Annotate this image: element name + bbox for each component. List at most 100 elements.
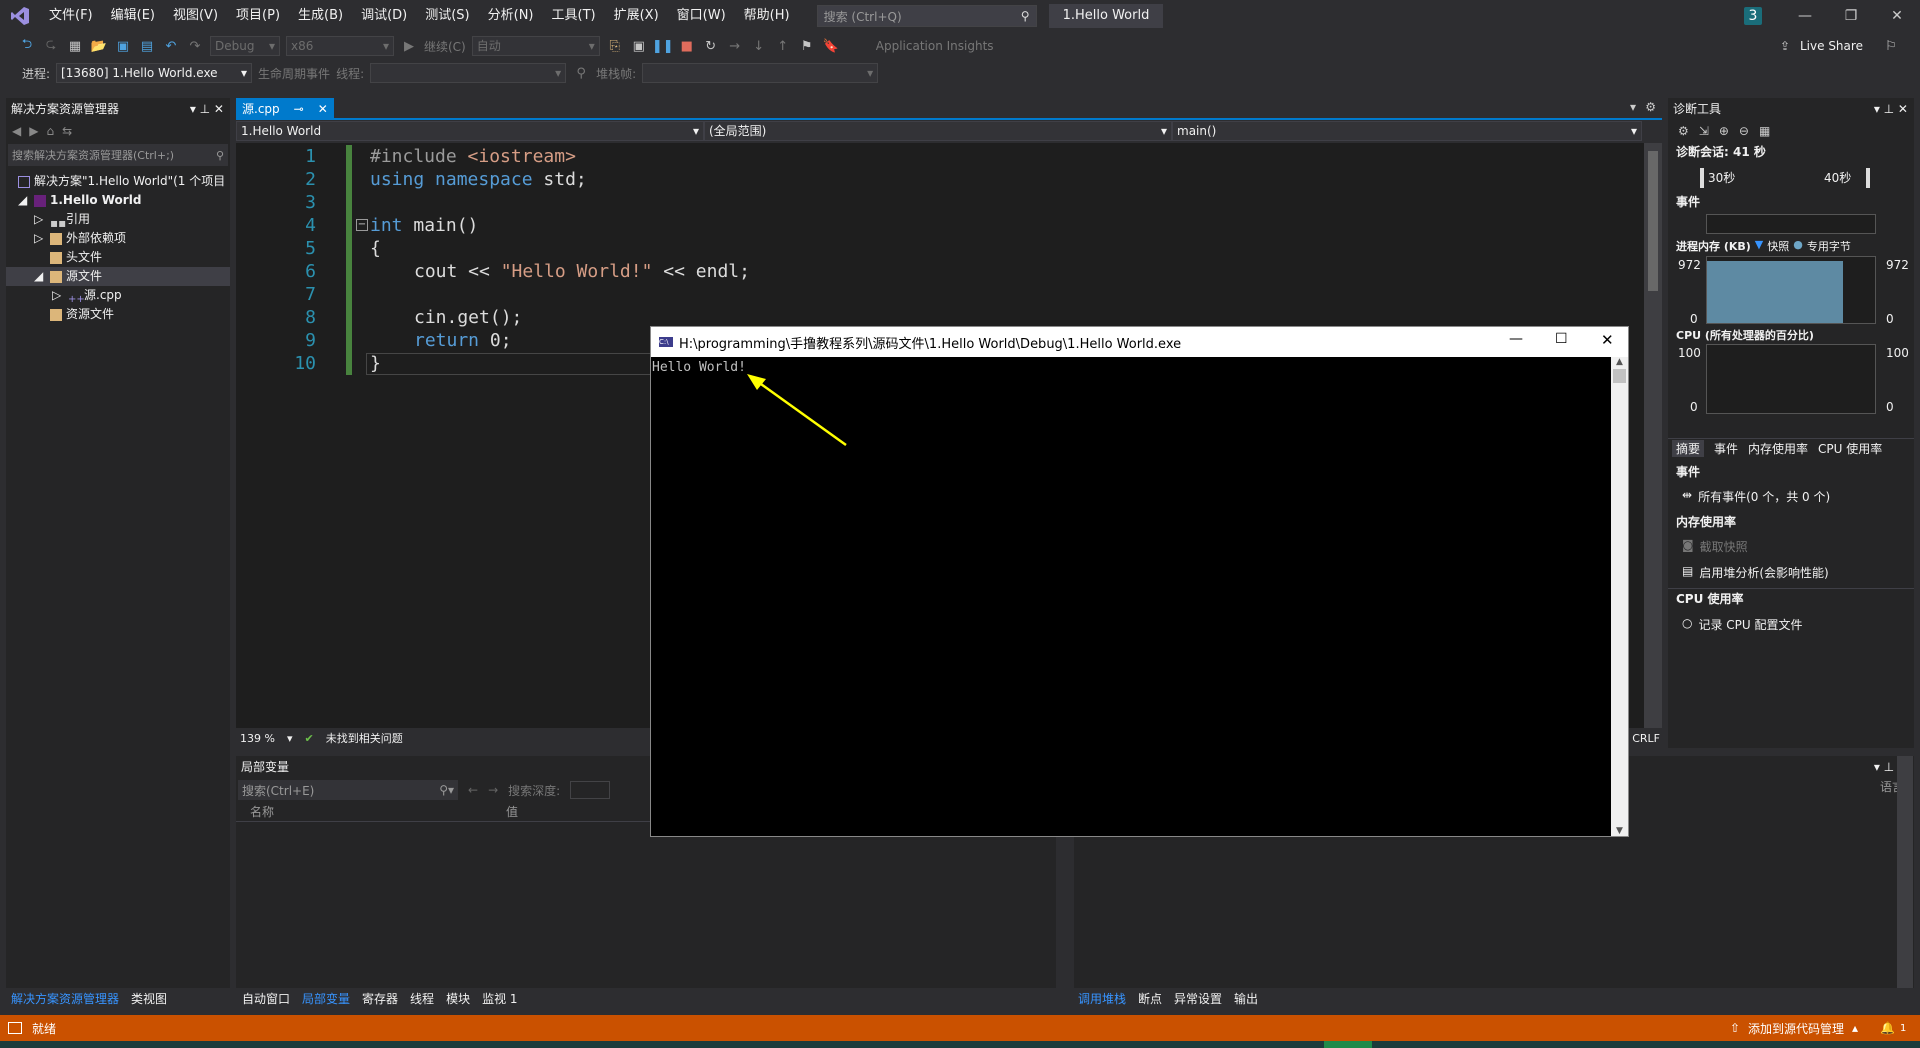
all-events-link[interactable]: ⇹ 所有事件(0 个，共 0 个) [1682, 488, 1830, 505]
close-tab-icon[interactable]: ✕ [318, 98, 328, 120]
tab-summary[interactable]: 摘要 [1672, 440, 1705, 457]
tab-threads[interactable]: 线程 [410, 990, 434, 1007]
auto-select[interactable]: 自动 ▾ [471, 36, 600, 56]
tab-locals[interactable]: 局部变量 [302, 990, 350, 1007]
config-select[interactable]: Debug ▾ [210, 36, 280, 56]
menu-item[interactable]: 工具(T) [543, 0, 605, 32]
step-over-icon[interactable]: → [726, 37, 744, 55]
record-cpu-button[interactable]: ○ 记录 CPU 配置文件 [1682, 616, 1803, 633]
zoom-out-icon[interactable]: ⊖ [1739, 124, 1749, 138]
menu-item[interactable]: 编辑(E) [102, 0, 164, 32]
menu-item[interactable]: 测试(S) [416, 0, 478, 32]
collapse-region-icon[interactable]: − [356, 219, 368, 231]
tree-item-resources[interactable]: 资源文件 [6, 305, 230, 324]
process-select[interactable]: [13680] 1.Hello World.exe ▾ [56, 63, 253, 83]
tab-source-cpp[interactable]: 源.cpp ⊸ ✕ [236, 98, 334, 120]
collapse-icon[interactable]: ▷ [34, 229, 50, 248]
tree-item-external-deps[interactable]: ▷ 外部依赖项 [6, 229, 230, 248]
forward-icon[interactable]: ▶ [29, 124, 38, 138]
column-name[interactable]: 名称 [236, 803, 506, 820]
restart-icon[interactable]: ↻ [702, 37, 720, 55]
tab-overflow-icon[interactable]: ▾ [1630, 100, 1636, 114]
minimize-button[interactable]: — [1782, 0, 1828, 32]
tab-breakpoints[interactable]: 断点 [1138, 990, 1162, 1007]
step-into-icon[interactable]: ↓ [750, 37, 768, 55]
save-all-icon[interactable]: ▤ [138, 37, 156, 55]
live-share-button[interactable]: Live Share [1800, 39, 1863, 53]
pin-icon[interactable]: ⊸ [294, 98, 304, 120]
heap-analysis-button[interactable]: ▤ 启用堆分析(会影响性能) [1682, 564, 1829, 581]
chevron-up-icon[interactable]: ▴ [1852, 1021, 1858, 1035]
thread-select[interactable]: ▾ [370, 63, 567, 83]
continue-icon[interactable]: ▶ [400, 37, 418, 55]
tab-registers[interactable]: 寄存器 [362, 990, 398, 1007]
pause-icon[interactable]: ❚❚ [652, 37, 674, 55]
collapse-icon[interactable]: ▷ [52, 286, 68, 305]
forward-icon[interactable]: ⮎ [42, 37, 60, 55]
project-nav-select[interactable]: 1.Hello World ▾ [236, 121, 704, 141]
tree-project[interactable]: ◢ 1.Hello World [6, 191, 230, 210]
tab-events[interactable]: 事件 [1714, 440, 1738, 457]
tree-item-sources[interactable]: ◢ 源文件 [6, 267, 230, 286]
notification-badge[interactable]: 3 [1744, 7, 1762, 25]
search-depth-select[interactable] [570, 781, 611, 799]
platform-select[interactable]: x86 ▾ [286, 36, 394, 56]
collapse-icon[interactable]: ▷ [34, 210, 50, 229]
menu-item[interactable]: 分析(N) [479, 0, 543, 32]
console-minimize-button[interactable]: — [1509, 331, 1523, 347]
tab-modules[interactable]: 模块 [446, 990, 470, 1007]
back-icon[interactable]: ◀ [12, 124, 21, 138]
member-nav-select[interactable]: main() ▾ [1172, 121, 1642, 141]
scope-nav-select[interactable]: (全局范围) ▾ [704, 121, 1172, 141]
filter-icon[interactable]: ⚲ [572, 64, 590, 82]
screenshot-icon[interactable]: ▣ [630, 37, 648, 55]
export-icon[interactable]: ⇲ [1699, 124, 1709, 138]
menu-item[interactable]: 帮助(H) [735, 0, 799, 32]
solution-search-input[interactable]: 搜索解决方案资源管理器(Ctrl+;) ⚲ [8, 144, 228, 166]
home-icon[interactable]: ⌂ [46, 124, 54, 138]
issues-status[interactable]: 未找到相关问题 [326, 730, 403, 746]
stackframe-select[interactable]: ▾ [642, 63, 879, 83]
save-icon[interactable]: ▣ [114, 37, 132, 55]
timeline-ruler[interactable]: 30秒 40秒 [1700, 168, 1870, 188]
tree-solution[interactable]: 解决方案"1.Hello World"(1 个项目 [6, 172, 230, 191]
tab-solution-explorer[interactable]: 解决方案资源管理器 [6, 990, 119, 1007]
sync-icon[interactable]: ⇆ [62, 124, 72, 138]
app-insights-button[interactable]: Application Insights [876, 39, 994, 53]
bookmark-icon[interactable]: 🔖 [822, 37, 840, 55]
reset-view-icon[interactable]: ▦ [1759, 124, 1770, 138]
expand-icon[interactable]: ◢ [34, 267, 50, 286]
tree-item-references[interactable]: ▷ ▪▪ 引用 [6, 210, 230, 230]
panel-controls-icon[interactable]: ▾ ⊥ ✕ [1874, 98, 1908, 120]
console-close-button[interactable]: ✕ [1601, 331, 1614, 349]
menu-item[interactable]: 文件(F) [40, 0, 102, 32]
menu-item[interactable]: 项目(P) [227, 0, 289, 32]
close-button[interactable]: ✕ [1874, 0, 1920, 32]
tab-output[interactable]: 输出 [1234, 990, 1258, 1007]
memory-chart[interactable] [1706, 256, 1876, 324]
nav-back-icon[interactable]: ← [468, 783, 478, 797]
tab-exception-settings[interactable]: 异常设置 [1174, 990, 1222, 1007]
settings-gear-icon[interactable]: ⚙ [1678, 124, 1689, 138]
nav-forward-icon[interactable]: → [488, 783, 498, 797]
console-title-bar[interactable]: C:\ H:\programming\手撸教程系列\源码文件\1.Hello W… [651, 327, 1628, 357]
restore-button[interactable]: ❐ [1828, 0, 1874, 32]
menu-item[interactable]: 扩展(X) [605, 0, 668, 32]
status-notification-count[interactable]: 1 [1900, 1023, 1906, 1034]
tab-memory-usage[interactable]: 内存使用率 [1748, 440, 1808, 457]
tab-class-view[interactable]: 类视图 [131, 990, 167, 1007]
undo-icon[interactable]: ↶ [162, 37, 180, 55]
pin-icon[interactable]: ▾ ⊥ ✕ [190, 98, 224, 120]
breakpoint-icon[interactable]: ⚑ [798, 37, 816, 55]
tab-call-stack[interactable]: 调用堆栈 [1078, 990, 1126, 1007]
notification-bell-icon[interactable]: 🔔 [1880, 1021, 1895, 1035]
tab-watch-1[interactable]: 监视 1 [482, 990, 517, 1007]
menu-item[interactable]: 视图(V) [164, 0, 227, 32]
locals-search-input[interactable]: 搜索(Ctrl+E) ⚲▾ [238, 780, 458, 800]
editor-vertical-scrollbar[interactable] [1644, 143, 1662, 728]
zoom-level[interactable]: 139 % [240, 732, 275, 745]
settings-gear-icon[interactable]: ⚙ [1645, 100, 1656, 114]
expand-icon[interactable]: ◢ [18, 191, 34, 210]
tree-item-source-cpp[interactable]: ▷ ++ 源.cpp [6, 286, 230, 305]
menu-item[interactable]: 调试(D) [352, 0, 416, 32]
